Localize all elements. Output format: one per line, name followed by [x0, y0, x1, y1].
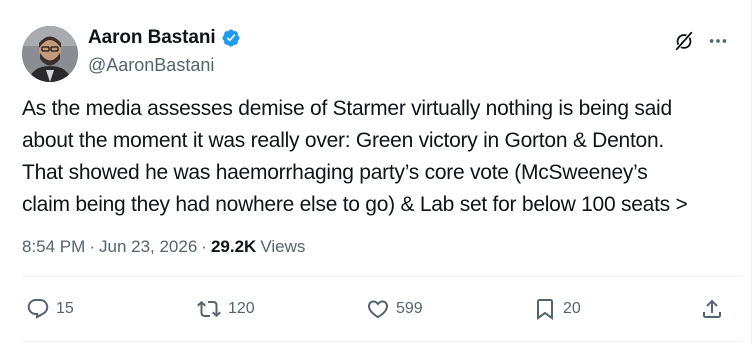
- like-button[interactable]: 599: [366, 297, 423, 321]
- heart-icon: [366, 297, 390, 321]
- author-display-name[interactable]: Aaron Bastani: [88, 27, 216, 49]
- share-button[interactable]: [700, 297, 724, 321]
- tweet-card: Aaron Bastani @AaronBastani As the media…: [0, 0, 752, 344]
- tweet-text-line: As the media assesses demise of Starmer …: [22, 97, 672, 120]
- like-count: 599: [396, 300, 423, 317]
- tweet-text-line: about the moment it was really over: Gre…: [22, 129, 664, 152]
- author-name-row: Aaron Bastani: [88, 27, 241, 49]
- views-label: Views: [260, 237, 306, 256]
- avatar[interactable]: [22, 26, 78, 82]
- grok-icon[interactable]: [673, 30, 695, 57]
- retweet-count: 120: [228, 300, 255, 317]
- reply-button[interactable]: 15: [26, 297, 74, 321]
- author-handle[interactable]: @AaronBastani: [88, 55, 214, 76]
- divider: [22, 276, 743, 277]
- reply-icon: [26, 297, 50, 321]
- tweet-date[interactable]: Jun 23, 2026: [99, 237, 197, 257]
- tweet-time[interactable]: 8:54 PM: [22, 237, 85, 257]
- meta-separator: ·: [89, 237, 95, 256]
- tweet-text-line: That showed he was haemorrhaging party’s…: [22, 161, 648, 184]
- share-icon: [700, 297, 724, 321]
- verified-badge-icon: [221, 28, 241, 48]
- tweet-top-actions: [673, 30, 729, 57]
- views-count: 29.2K: [210, 237, 257, 256]
- meta-separator: ·: [201, 237, 207, 256]
- retweet-icon: [196, 297, 222, 321]
- tweet-meta: 8:54 PM · Jun 23, 2026 · 29.2K Views: [22, 237, 305, 257]
- more-icon[interactable]: [707, 30, 729, 57]
- reply-count: 15: [56, 300, 74, 317]
- retweet-button[interactable]: 120: [196, 297, 255, 321]
- bookmark-icon: [533, 297, 557, 321]
- bookmark-count: 20: [563, 300, 581, 317]
- bookmark-button[interactable]: 20: [533, 297, 581, 321]
- tweet-text: As the media assesses demise of Starmer …: [22, 93, 742, 221]
- tweet-text-line: claim being they had nowhere else to go)…: [22, 193, 688, 216]
- bottom-divider: [22, 341, 743, 342]
